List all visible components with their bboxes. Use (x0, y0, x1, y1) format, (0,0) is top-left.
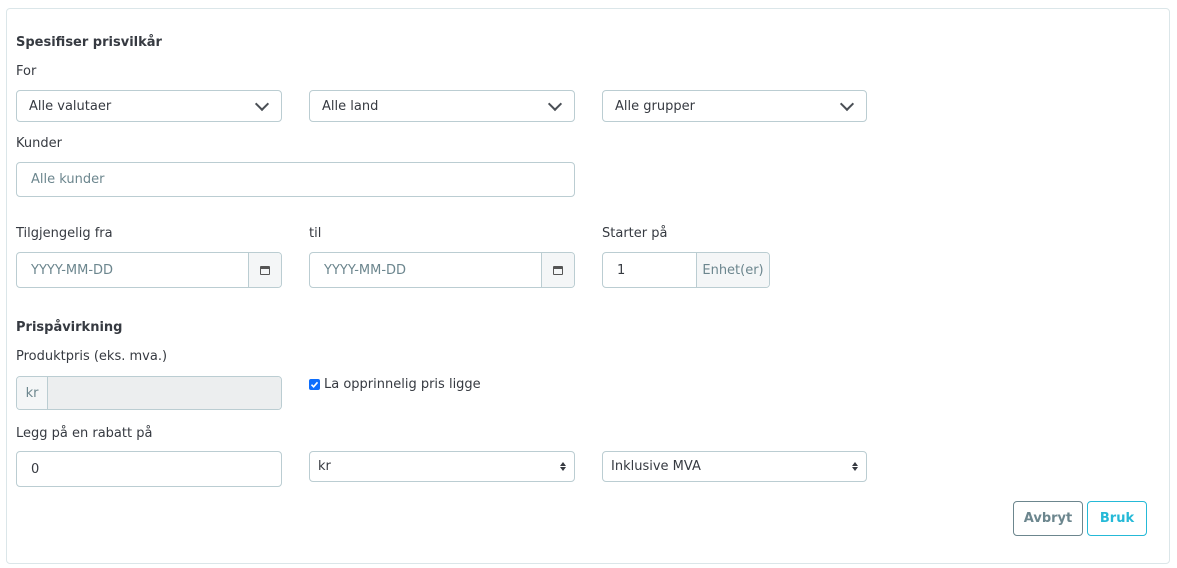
date-to-placeholder: YYYY-MM-DD (324, 262, 407, 278)
discount-label: Legg på en rabatt på (16, 426, 153, 441)
customers-placeholder: Alle kunder (31, 172, 105, 187)
calendar-icon (260, 265, 270, 275)
calendar-icon (553, 265, 563, 275)
keep-original-checkbox[interactable] (309, 379, 320, 390)
product-price-input (48, 377, 281, 409)
up-down-icon (852, 462, 858, 471)
chevron-down-icon (254, 96, 270, 111)
checkmark-icon (310, 381, 319, 388)
tax-mode-select[interactable]: Inklusive MVA (602, 451, 867, 482)
tax-mode-value: Inklusive MVA (611, 459, 701, 474)
date-from-picker-button[interactable] (248, 253, 281, 287)
section-heading-conditions: Spesifiser prisvilkår (16, 35, 162, 50)
for-label: For (16, 64, 37, 79)
currency-select-value: Alle valutaer (29, 98, 112, 114)
date-to-input[interactable]: YYYY-MM-DD (310, 253, 541, 287)
section-heading-price-impact: Prispåvirkning (16, 320, 123, 335)
country-select-value: Alle land (322, 98, 379, 114)
starts-at-input[interactable]: 1 (603, 253, 696, 287)
country-select[interactable]: Alle land (309, 90, 575, 122)
units-label: Enhet(er) (702, 262, 764, 278)
chevron-down-icon (547, 96, 563, 111)
discount-type-value: kr (318, 459, 331, 474)
units-addon: Enhet(er) (696, 253, 769, 287)
starts-at-value: 1 (617, 262, 626, 278)
starts-label: Starter på (602, 226, 668, 241)
currency-select[interactable]: Alle valutaer (16, 90, 282, 122)
product-price-field: kr (16, 376, 282, 410)
keep-original-price-option[interactable]: La opprinnelig pris ligge (309, 377, 481, 392)
discount-amount-value: 0 (31, 461, 40, 477)
product-price-label: Produktpris (eks. mva.) (16, 349, 168, 364)
date-to-picker-button[interactable] (541, 253, 574, 287)
starts-at-field: 1 Enhet(er) (602, 252, 770, 288)
date-from-placeholder: YYYY-MM-DD (31, 262, 114, 278)
discount-type-select[interactable]: kr (309, 451, 575, 482)
from-label: Tilgjengelig fra (16, 226, 113, 241)
cancel-button[interactable]: Avbryt (1013, 501, 1083, 536)
apply-button[interactable]: Bruk (1087, 501, 1147, 536)
discount-amount-input[interactable]: 0 (16, 451, 282, 487)
date-from-field: YYYY-MM-DD (16, 252, 282, 288)
currency-prefix: kr (25, 385, 39, 401)
up-down-icon (560, 462, 566, 471)
customers-label: Kunder (16, 136, 62, 151)
group-select[interactable]: Alle grupper (602, 90, 867, 122)
chevron-down-icon (839, 96, 855, 111)
group-select-value: Alle grupper (615, 98, 695, 114)
keep-original-label: La opprinnelig pris ligge (324, 377, 481, 392)
date-to-field: YYYY-MM-DD (309, 252, 575, 288)
to-label: til (309, 226, 322, 241)
customers-input[interactable]: Alle kunder (16, 162, 575, 197)
date-from-input[interactable]: YYYY-MM-DD (17, 253, 248, 287)
currency-prefix-addon: kr (17, 377, 48, 409)
